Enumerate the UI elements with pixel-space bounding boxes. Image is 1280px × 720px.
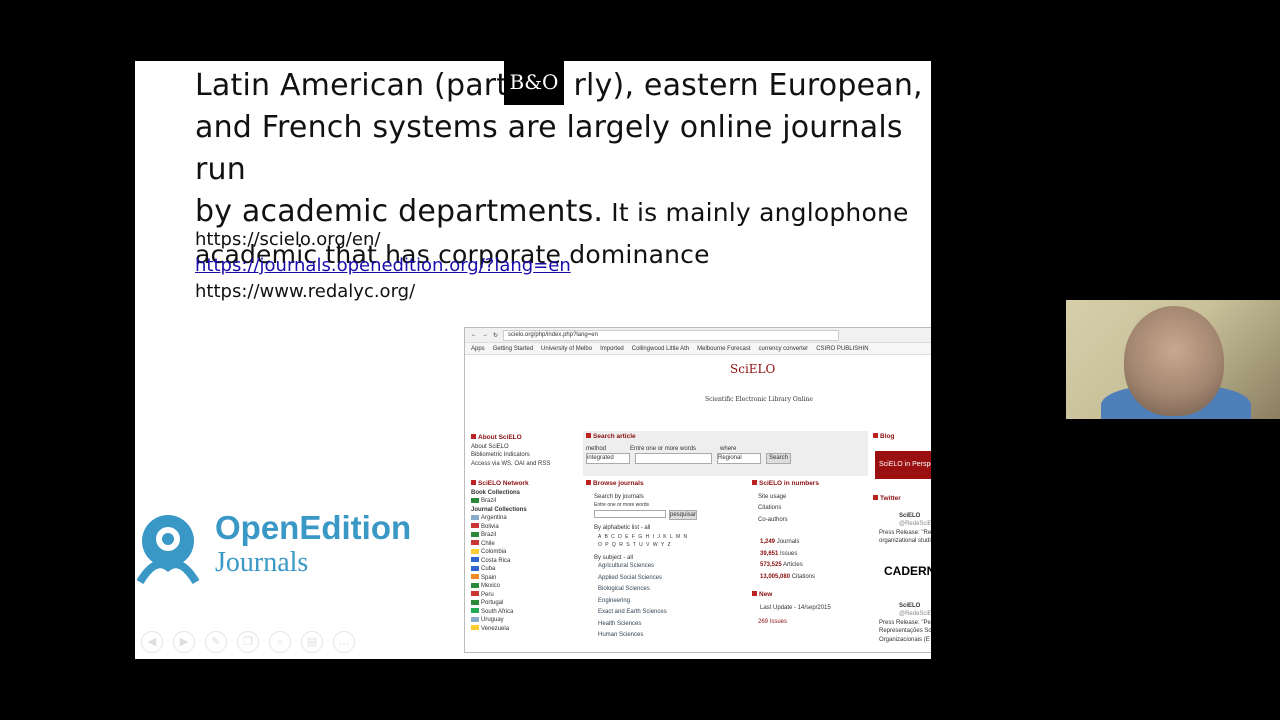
blog-image: SciELO in Perspe (875, 451, 931, 479)
heading-line-1-rest: rly), eastern European, (573, 68, 923, 103)
method-select: integrated (586, 453, 630, 464)
back-icon: ← (471, 332, 477, 338)
heading-line-1: Latin American (partic (195, 68, 534, 103)
about-link: Access via WS, OAI and RSS (471, 460, 551, 467)
scielo-numbers-panel: SciELO in numbers Site usage Citations C… (752, 480, 831, 627)
scielo-tagline: Scientific Electronic Library Online (705, 396, 813, 403)
where-select: Regional (717, 453, 761, 464)
browse-journals-panel: Browse journals Search by journals Entre… (586, 480, 698, 640)
slide-nav-toolbar: ◀ ▶ ✎ ❐ ⌕ ▤ … (141, 631, 355, 653)
bo-logo: B&O (504, 60, 564, 105)
reload-icon: ↻ (493, 332, 499, 339)
next-slide-icon[interactable]: ▶ (173, 631, 195, 653)
blog-panel: Blog (873, 433, 894, 442)
prev-slide-icon[interactable]: ◀ (141, 631, 163, 653)
pen-icon[interactable]: ✎ (205, 631, 227, 653)
bookmark-item: Apps (471, 345, 485, 352)
scielo-browser-screenshot: ← → ↻ scielo.org/php/index.php?lang=en A… (464, 327, 931, 653)
webcam-video (1066, 300, 1280, 419)
bookmark-item: Melbourne Forecast (697, 345, 751, 352)
bookmark-item: Getting Started (492, 345, 534, 352)
more-icon[interactable]: … (333, 631, 355, 653)
presenter-face (1124, 306, 1224, 416)
openedition-title: OpenEdition (215, 509, 412, 546)
about-panel: About SciELO About SciELO Bibliometric I… (471, 434, 551, 467)
openedition-subtitle: Journals (215, 547, 309, 578)
heading-line-2: and French systems are largely online jo… (195, 110, 903, 187)
heading-line-3b: It is mainly anglophone (603, 198, 909, 227)
scielo-logo: SciELO (730, 362, 776, 376)
heading-line-3a: by academic departments. (195, 194, 604, 229)
address-field: scielo.org/php/index.php?lang=en (503, 329, 840, 341)
search-button: Search (766, 453, 792, 464)
grid-icon[interactable]: ▤ (301, 631, 323, 653)
openedition-emblem-icon (136, 515, 200, 585)
scielo-url: https://scielo.org/en/ (195, 229, 381, 250)
search-article-panel: Search article method Entre one or more … (586, 433, 792, 464)
bookmark-item: CSIRO PUBLISHIN (816, 345, 869, 352)
bookmark-item: Collingwood Little Ath (631, 345, 690, 352)
zoom-icon[interactable]: ⌕ (269, 631, 291, 653)
about-link: Bibliometric Indicators (471, 452, 530, 458)
bookmark-item: currency converter (758, 345, 809, 352)
forward-icon: → (482, 332, 488, 338)
redalyc-url: https://www.redalyc.org/ (195, 281, 416, 302)
caderno-image-text: CADERN (884, 564, 931, 578)
search-words-input (635, 453, 712, 464)
journal-search-input (594, 509, 666, 518)
bookmarks-bar: Apps Getting Started University of Melbo… (465, 343, 931, 355)
presentation-slide: Latin American (partic rly), eastern Euro… (135, 61, 931, 659)
pesquisar-button: pesquisar (669, 509, 698, 520)
browser-address-bar: ← → ↻ scielo.org/php/index.php?lang=en (465, 328, 931, 343)
bookmark-item: Imported (600, 345, 624, 352)
about-link: About SciELO (471, 443, 509, 450)
bookmark-item: University of Melbo (541, 345, 593, 352)
openedition-logo: OpenEdition Journals (135, 507, 445, 597)
openedition-link[interactable]: https://journals.openedition.org/?lang=e… (195, 255, 571, 276)
scielo-network-panel: SciELO Network Book Collections Brazil J… (471, 480, 529, 632)
copy-icon[interactable]: ❐ (237, 631, 259, 653)
